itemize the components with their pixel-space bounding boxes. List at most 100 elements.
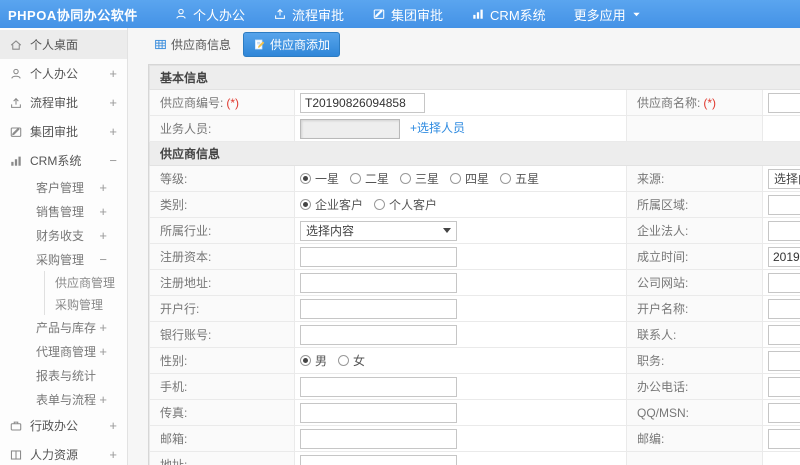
edit-icon — [9, 125, 23, 139]
registered-address-input[interactable] — [300, 272, 457, 293]
established-date-field-cell — [761, 243, 800, 270]
registered-capital-field-cell — [294, 243, 627, 270]
nav-item-more-apps[interactable]: 更多应用 — [574, 5, 641, 24]
category-radio-0[interactable]: 企业客户 — [300, 196, 363, 213]
sidebar-item-label: 财务收支 — [36, 228, 85, 243]
nav-item-personal-office[interactable]: 个人办公 — [174, 5, 245, 24]
expand-icon: + — [109, 66, 117, 81]
job-title-input[interactable] — [768, 350, 800, 371]
field-label: 邮箱: — [160, 432, 188, 446]
fax-input[interactable] — [300, 402, 457, 423]
collapse-icon: − — [109, 153, 117, 168]
nav-item-crm-system[interactable]: CRM系统 — [471, 5, 546, 24]
business-staff-field-cell: +选择人员 — [294, 115, 627, 142]
topbar: PHPOA协同办公软件 个人办公 流程审批 集团审批 CRM系统 更多应用 — [0, 0, 800, 28]
category-label-cell: 类别: — [149, 191, 295, 218]
sidebar-item-label: 产品与库存 — [36, 320, 97, 335]
caret-down-icon — [632, 10, 641, 19]
gender-field-cell: 男女 — [294, 347, 627, 374]
sidebar-item-label: CRM系统 — [30, 154, 82, 168]
gender-radio-1[interactable]: 女 — [338, 352, 365, 369]
contact-person-input[interactable] — [768, 324, 800, 345]
sidebar-item-product-inventory[interactable]: 产品与库存 + — [0, 315, 127, 339]
field-label: 企业法人: — [637, 224, 689, 238]
sidebar-item-purchasing[interactable]: 采购管理 — [45, 293, 127, 315]
tab-label: 供应商添加 — [270, 37, 331, 52]
sidebar-item-personal-desktop[interactable]: 个人桌面 — [0, 30, 127, 59]
supplier-name-input[interactable] — [768, 92, 800, 113]
sidebar-item-process-approval[interactable]: 流程审批 + — [0, 88, 127, 117]
sidebar-item-purchase-mgmt[interactable]: 采购管理 − — [0, 247, 127, 271]
sidebar-item-reports-stats[interactable]: 报表与统计 — [0, 363, 127, 387]
category-radio-1[interactable]: 个人客户 — [374, 196, 437, 213]
field-label: 性别: — [160, 354, 188, 368]
sidebar-item-form-flow-settings[interactable]: 表单与流程设置+ — [0, 387, 127, 411]
address-label-cell: 地址: — [149, 451, 295, 465]
form-row: 性别: 男女职务: — [149, 347, 800, 374]
mobile-input[interactable] — [300, 376, 457, 397]
supplier-code-input[interactable] — [300, 92, 425, 113]
office-phone-input[interactable] — [768, 376, 800, 397]
sidebar-item-label: 报表与统计 — [36, 368, 97, 383]
user-icon — [174, 7, 188, 21]
select-value: 选择内容 — [306, 224, 355, 238]
qq-msn-input[interactable] — [768, 402, 800, 423]
level-radio-2[interactable]: 三星 — [400, 170, 439, 187]
sidebar-item-sales-mgmt[interactable]: 销售管理 + — [0, 199, 127, 223]
registered-address-label-cell: 注册地址: — [149, 269, 295, 296]
company-website-input[interactable] — [768, 272, 800, 293]
business-staff-input[interactable] — [300, 118, 400, 139]
user-icon — [9, 67, 23, 81]
region-field-cell — [761, 191, 800, 218]
sidebar-item-crm-system[interactable]: CRM系统 − — [0, 146, 127, 175]
flow-icon — [9, 96, 23, 110]
form-row: 银行账号: 联系人: — [149, 321, 800, 348]
tab-supplier-info[interactable]: 供应商信息 — [148, 32, 237, 57]
field-label: 职务: — [637, 354, 665, 368]
level-radio-0[interactable]: 一星 — [300, 170, 339, 187]
sidebar-item-human-resources[interactable]: 人力资源 + — [0, 440, 127, 465]
email-input[interactable] — [300, 428, 457, 449]
empty-field-cell — [761, 115, 800, 142]
nav-item-process-approval[interactable]: 流程审批 — [273, 5, 344, 24]
supplier-info-section-row: 供应商信息 — [148, 141, 800, 166]
business-staff-picker-link[interactable]: +选择人员 — [410, 121, 465, 135]
industry-select[interactable]: 选择内容 — [300, 220, 457, 241]
nav-item-label: 更多应用 — [573, 7, 626, 23]
source-select[interactable]: 选择内容 — [768, 168, 800, 189]
sidebar-item-admin-office[interactable]: 行政办公 + — [0, 411, 127, 440]
basic-info-section-header: 基本信息 — [148, 65, 800, 90]
postcode-input[interactable] — [768, 428, 800, 449]
account-name-input[interactable] — [768, 298, 800, 319]
gender-radio-0[interactable]: 男 — [300, 352, 327, 369]
nav-item-label: 集团审批 — [391, 7, 444, 23]
bank-account-input[interactable] — [300, 324, 457, 345]
sidebar-item-group-approval[interactable]: 集团审批 + — [0, 117, 127, 146]
bank-branch-input[interactable] — [300, 298, 457, 319]
radio-icon — [500, 173, 512, 184]
sidebar-item-customer-mgmt[interactable]: 客户管理 + — [0, 175, 127, 199]
sidebar-item-finance-io[interactable]: 财务收支 + — [0, 223, 127, 247]
nav-item-group-approval[interactable]: 集团审批 — [372, 5, 443, 24]
field-label: 注册地址: — [160, 276, 212, 290]
radio-selected-icon — [300, 199, 311, 210]
tab-supplier-add[interactable]: 供应商添加 — [243, 31, 341, 57]
registered-capital-input[interactable] — [300, 246, 457, 267]
established-date-input[interactable] — [768, 246, 800, 267]
sidebar-item-agent-mgmt[interactable]: 代理商管理 + — [0, 339, 127, 363]
gender-label-cell: 性别: — [149, 347, 295, 374]
region-input[interactable] — [768, 194, 800, 215]
field-label: 供应商名称: — [637, 96, 701, 110]
level-radio-4[interactable]: 五星 — [500, 170, 539, 187]
collapse-icon: − — [99, 251, 107, 267]
legal-person-input[interactable] — [768, 220, 800, 241]
level-radio-3[interactable]: 四星 — [450, 170, 489, 187]
sidebar-item-label: 代理商管理 — [36, 344, 97, 359]
address-input[interactable] — [300, 454, 457, 465]
field-label: 所属行业: — [160, 224, 212, 238]
sidebar-item-personal-office[interactable]: 个人办公 + — [0, 59, 127, 88]
table-icon — [154, 38, 167, 51]
radio-label: 三星 — [415, 172, 440, 186]
level-radio-1[interactable]: 二星 — [350, 170, 389, 187]
sidebar-item-supplier-mgmt[interactable]: 供应商管理 — [45, 271, 127, 293]
